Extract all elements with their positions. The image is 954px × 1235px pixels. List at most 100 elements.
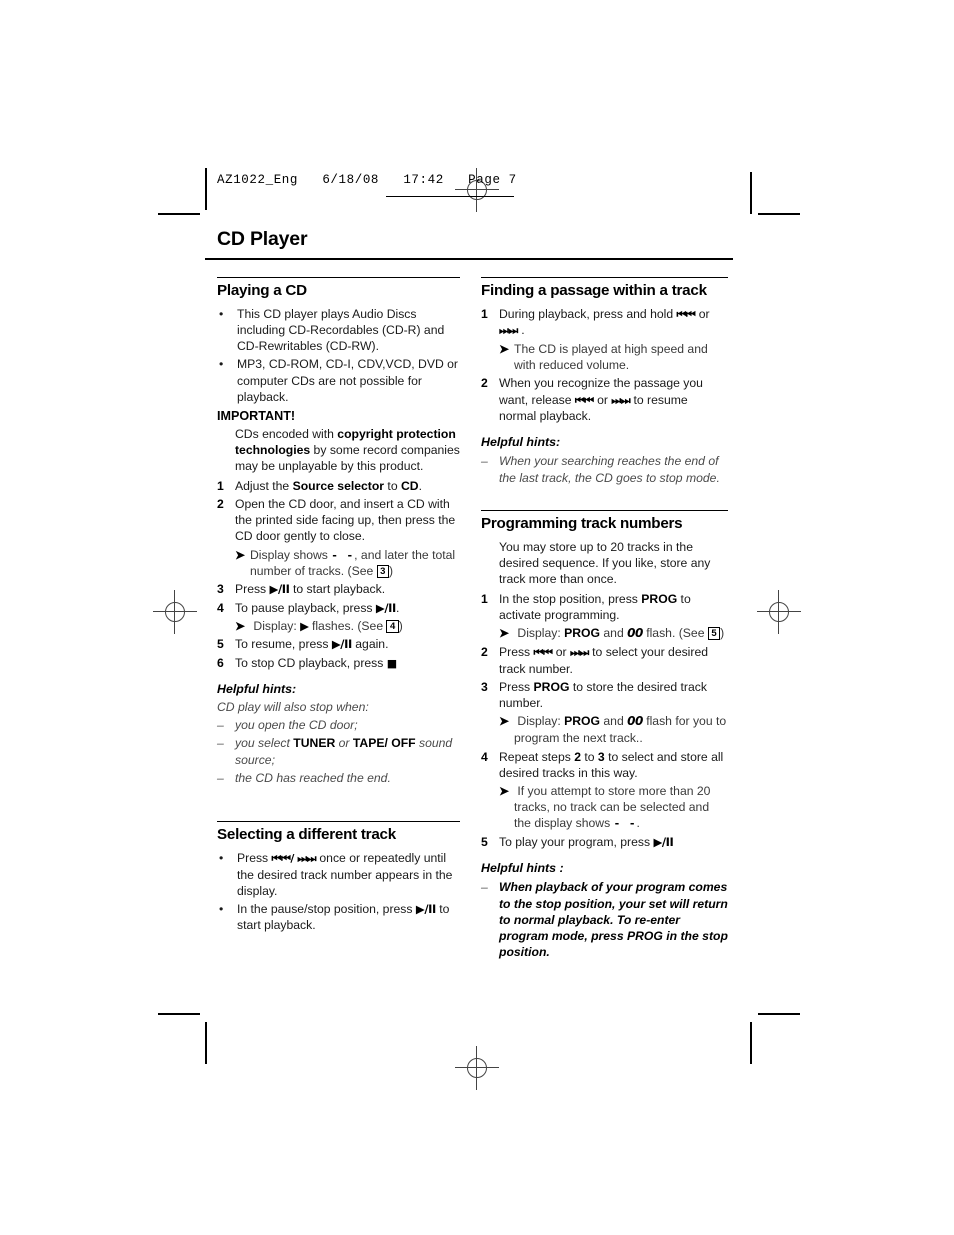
crop-mark-top-right-horizontal <box>758 213 800 215</box>
step-number: 1 <box>481 306 488 321</box>
step-result: ➤ Display: PROG and 00 flash for you to … <box>481 713 728 746</box>
stop-icon: ■ <box>386 656 398 670</box>
hint-text: When playback of your program comes to t… <box>499 880 728 960</box>
play-pause-icon: ▶/II <box>415 902 436 917</box>
step-number: 4 <box>481 749 488 764</box>
result-pre: Display shows <box>250 547 332 562</box>
step-pre: Press <box>499 679 534 694</box>
section-selecting-a-different-track: Selecting a different track • Press ⏮⏮/ … <box>217 821 460 934</box>
step-result: ➤ Display shows - -, and later the total… <box>217 547 460 580</box>
section-heading-selecting-track: Selecting a different track <box>217 826 396 844</box>
dash-icon: – <box>481 454 488 469</box>
page-title: CD Player <box>217 228 308 250</box>
arrow-icon: ➤ <box>235 618 246 633</box>
step-text: To play your program, press ▶/II <box>499 834 728 850</box>
bullet-text: In the pause/stop position, press ▶/II t… <box>237 901 460 934</box>
helpful-hints-heading: Helpful hints : <box>481 861 564 876</box>
header-underline <box>386 196 514 197</box>
crop-mark-bottom-right-horizontal <box>758 1013 800 1015</box>
step-number: 3 <box>481 679 488 694</box>
step-result: ➤ If you attempt to store more than 20 t… <box>481 783 728 832</box>
lcd-zero-zero-glyph: 00 <box>627 626 643 641</box>
step-mid: to <box>384 478 401 493</box>
numbered-step: 2 Press ⏮⏮ or ⏭⏭ to select your desired … <box>481 644 728 677</box>
section-finding-a-passage: Finding a passage within a track 1 Durin… <box>481 276 728 486</box>
numbered-step: 4 To pause playback, press ▶/II. <box>217 600 460 616</box>
hint-bold-tape-off: TAPE/ OFF <box>352 736 416 751</box>
step-mid: or <box>552 645 570 660</box>
step-result-text: Display: PROG and 00 flash for you to pr… <box>514 713 728 746</box>
bullet-icon: • <box>219 357 224 372</box>
numbered-step: 3 Press PROG to store the desired track … <box>481 679 728 711</box>
section-heading-finding-passage: Finding a passage within a track <box>481 281 707 299</box>
step-number: 5 <box>217 637 224 652</box>
play-pause-icon: ▶/II <box>269 582 290 597</box>
result-bold-prog: PROG <box>564 714 601 729</box>
numbered-step: 1 Adjust the Source selector to CD. <box>217 478 460 494</box>
list-item: • MP3, CD-ROM, CD-I, CDV,VCD, DVD or com… <box>217 356 460 405</box>
step-text: When you recognize the passage you want,… <box>499 375 728 424</box>
programming-intro: You may store up to 20 tracks in the des… <box>499 540 711 587</box>
helpful-hints-lead: CD play will also stop when: <box>217 700 369 715</box>
result-pre: Display: <box>253 618 301 633</box>
numbered-step: 6 To stop CD playback, press ■ <box>217 655 460 672</box>
registration-circle <box>165 602 185 622</box>
step-text: To pause playback, press ▶/II. <box>235 600 460 616</box>
crop-mark-bottom-left-vertical <box>205 1022 207 1064</box>
section-programming-track-numbers: Programming track numbers You may store … <box>481 509 728 960</box>
step-text: Press ⏮⏮ or ⏭⏭ to select your desired tr… <box>499 644 728 677</box>
helpful-hints-heading: Helpful hints: <box>217 682 297 697</box>
step-number: 2 <box>481 376 488 391</box>
step-result: ➤ Display: ▶ flashes. (See 4) <box>217 618 460 634</box>
step-number: 3 <box>217 582 224 597</box>
see-reference-box: 3 <box>376 565 389 579</box>
step-pre: In the stop position, press <box>499 591 642 606</box>
numbered-step: 3 Press ▶/II to start playback. <box>217 581 460 597</box>
bullet-text: Press ⏮⏮/ ⏭⏭ once or repeatedly until th… <box>237 850 460 899</box>
bullet-icon: • <box>219 851 224 866</box>
step-mid: or <box>695 306 710 321</box>
lcd-zero-zero-glyph: 00 <box>627 714 643 729</box>
hint-item: – When playback of your program comes to… <box>481 879 728 960</box>
step-text: In the stop position, press PROG to acti… <box>499 591 728 623</box>
step-number: 2 <box>481 645 488 660</box>
fast-forward-icon: ⏭⏭ <box>499 324 518 338</box>
bullet-pre: In the pause/stop position, press <box>237 902 416 917</box>
step-pre: Adjust the <box>235 478 293 493</box>
numbered-step: 1 In the stop position, press PROG to ac… <box>481 591 728 623</box>
step-text: Press PROG to store the desired track nu… <box>499 679 728 711</box>
registration-mark-left <box>153 590 197 634</box>
numbered-step: 2 When you recognize the passage you wan… <box>481 375 728 424</box>
step-pre: Press <box>235 582 270 597</box>
step-bold-source-selector: Source selector <box>292 478 385 493</box>
dash-icon: – <box>217 736 224 751</box>
page-content: CD Player Playing a CD • This CD player … <box>205 228 733 962</box>
numbered-step: 2 Open the CD door, and insert a CD with… <box>217 496 460 545</box>
step-bold-cd: CD <box>400 478 419 493</box>
registration-mark-bottom <box>455 1046 499 1090</box>
dash-icon: – <box>217 770 224 785</box>
bullet-icon: • <box>219 306 224 321</box>
section-rule <box>481 509 728 512</box>
section-playing-a-cd: Playing a CD • This CD player plays Audi… <box>217 276 460 786</box>
step-text: During playback, press and hold ⏮⏮ or ⏭⏭… <box>499 306 728 339</box>
step-number: 6 <box>217 655 224 670</box>
bullet-text: This CD player plays Audio Discs includi… <box>237 306 445 354</box>
display-dashes-glyph: - - <box>613 817 637 831</box>
crop-mark-bottom-right-vertical <box>750 1022 752 1064</box>
dash-icon: – <box>481 880 488 895</box>
section-heading-playing-a-cd: Playing a CD <box>217 281 307 299</box>
important-pre: CDs encoded with <box>235 427 338 442</box>
numbered-step: 5 To play your program, press ▶/II <box>481 834 728 850</box>
rewind-icon: ⏮⏮ <box>574 393 594 407</box>
crop-mark-top-right-vertical <box>750 172 752 214</box>
registration-circle <box>467 1058 487 1078</box>
important-label: IMPORTANT! <box>217 409 296 424</box>
step-post: again. <box>351 637 389 652</box>
right-column: Finding a passage within a track 1 Durin… <box>481 276 728 963</box>
result-bold-prog: PROG <box>564 626 601 641</box>
display-dashes-glyph: - - <box>331 548 355 562</box>
step-pre: During playback, press and hold <box>499 306 677 321</box>
header-filestamp: AZ1022_Eng 6/18/08 17:42 Page 7 <box>217 173 517 187</box>
step-pre: To resume, press <box>235 637 332 652</box>
